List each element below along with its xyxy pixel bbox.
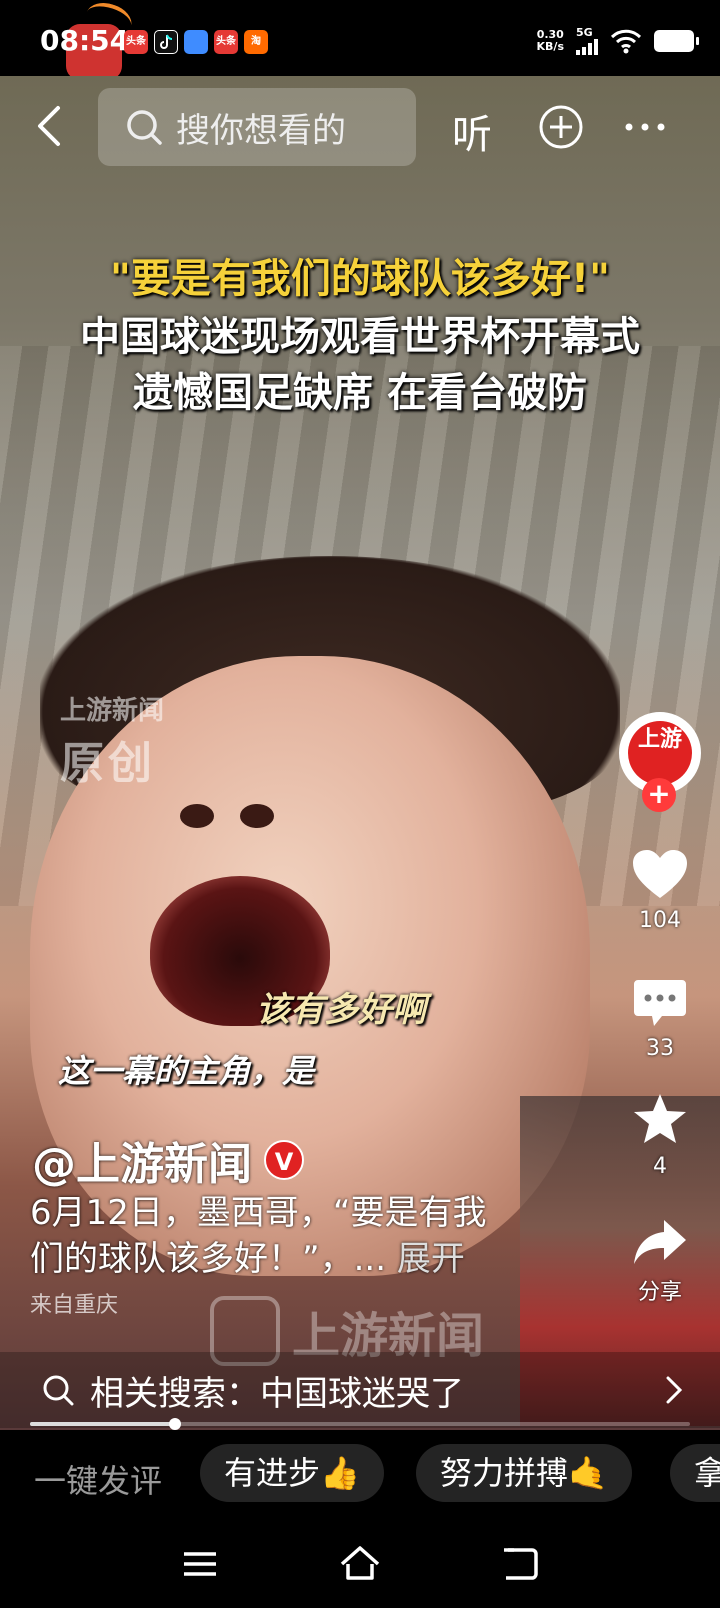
nostril: [240, 804, 274, 828]
quick-comment-chip[interactable]: 拿: [670, 1444, 720, 1502]
comment-button[interactable]: 33: [616, 978, 704, 1078]
quick-comment-chip[interactable]: 有进步👍: [200, 1444, 384, 1502]
like-button[interactable]: 104: [616, 848, 704, 948]
related-search-label: 相关搜索：中国球迷哭了: [90, 1373, 464, 1414]
author-name[interactable]: @上游新闻: [32, 1128, 252, 1192]
location-label: 来自重庆: [30, 1293, 119, 1318]
search-icon: [43, 1375, 74, 1406]
comment-icon: [634, 980, 686, 1026]
video-description[interactable]: 6月12日，墨西哥，“要是有我 们的球队该多好！”，... 展开: [30, 1190, 570, 1282]
video-watermark: 上游新闻 原创: [60, 696, 165, 789]
system-nav-bar: [0, 1520, 720, 1608]
video-progress-bar[interactable]: [30, 1418, 690, 1430]
app-icon: [184, 30, 208, 54]
toutiao-app-icon: 头条: [124, 30, 148, 54]
video-headline-line3: 遗憾国足缺席 在看台破防: [133, 370, 587, 416]
wifi-icon: [610, 29, 642, 53]
video-headline-line2: 中国球迷现场观看世界杯开幕式: [80, 314, 640, 360]
heart-icon: [633, 850, 687, 898]
star-icon: [634, 1094, 686, 1143]
search-placeholder: 搜你想看的: [176, 110, 346, 151]
verified-badge-icon: V: [264, 1140, 304, 1180]
tiktok-icon: [154, 30, 178, 54]
toutiao-app-icon-2: 头条: [214, 30, 238, 54]
video-headline-line1: "要是有我们的球队该多好!": [110, 256, 610, 302]
share-icon: [634, 1220, 686, 1264]
search-icon: [127, 110, 162, 145]
battery-icon: [654, 29, 699, 52]
comment-count: 33: [646, 1036, 674, 1061]
net-speed: 0.30 KB/s: [536, 27, 564, 53]
expand-link[interactable]: 展开: [397, 1239, 465, 1279]
subtitle-caption-2: 这一幕的主角，是: [58, 1052, 315, 1090]
favorite-count: 4: [653, 1154, 667, 1179]
share-button[interactable]: 分享: [616, 1218, 704, 1318]
nostril: [180, 804, 214, 828]
back-icon[interactable]: [30, 104, 74, 148]
clock: 08:54: [40, 24, 130, 57]
taobao-app-icon: 淘: [244, 30, 268, 54]
quick-comment-chip[interactable]: 努力拼搏🤙: [416, 1444, 632, 1502]
chevron-right-icon: [666, 1376, 683, 1404]
related-search-bar[interactable]: 相关搜索：中国球迷哭了: [0, 1352, 720, 1428]
listen-button[interactable]: 听: [452, 102, 492, 160]
avatar-logo: 上游: [628, 721, 692, 785]
add-icon[interactable]: [538, 104, 584, 150]
menu-icon[interactable]: [178, 1542, 222, 1586]
search-input[interactable]: 搜你想看的: [98, 88, 416, 166]
status-bar: 08:54 头条 头条 淘 0.30 KB/s 5G: [0, 0, 720, 80]
follow-plus-button[interactable]: +: [642, 778, 676, 812]
status-indicators: 0.30 KB/s 5G: [536, 26, 699, 55]
quick-comment-bar: 一键发评 有进步👍 努力拼搏🤙 拿: [0, 1430, 720, 1520]
progress-fill: [30, 1422, 176, 1426]
back-nav-icon[interactable]: [498, 1542, 542, 1586]
subtitle-caption: 该有多好啊: [256, 990, 426, 1030]
notification-icons: 头条 头条 淘: [124, 30, 268, 54]
more-icon[interactable]: [620, 104, 670, 150]
favorite-button[interactable]: 4: [616, 1092, 704, 1192]
signal-icon: 5G: [576, 26, 598, 55]
quick-comment-label: 一键发评: [34, 1462, 163, 1500]
top-bar: 搜你想看的 听: [0, 86, 720, 170]
share-label: 分享: [637, 1280, 682, 1305]
like-count: 104: [639, 908, 681, 933]
home-icon[interactable]: [338, 1542, 382, 1586]
author-avatar-group[interactable]: 上游 +: [616, 712, 704, 812]
author-row[interactable]: @上游新闻 V: [32, 1128, 304, 1192]
